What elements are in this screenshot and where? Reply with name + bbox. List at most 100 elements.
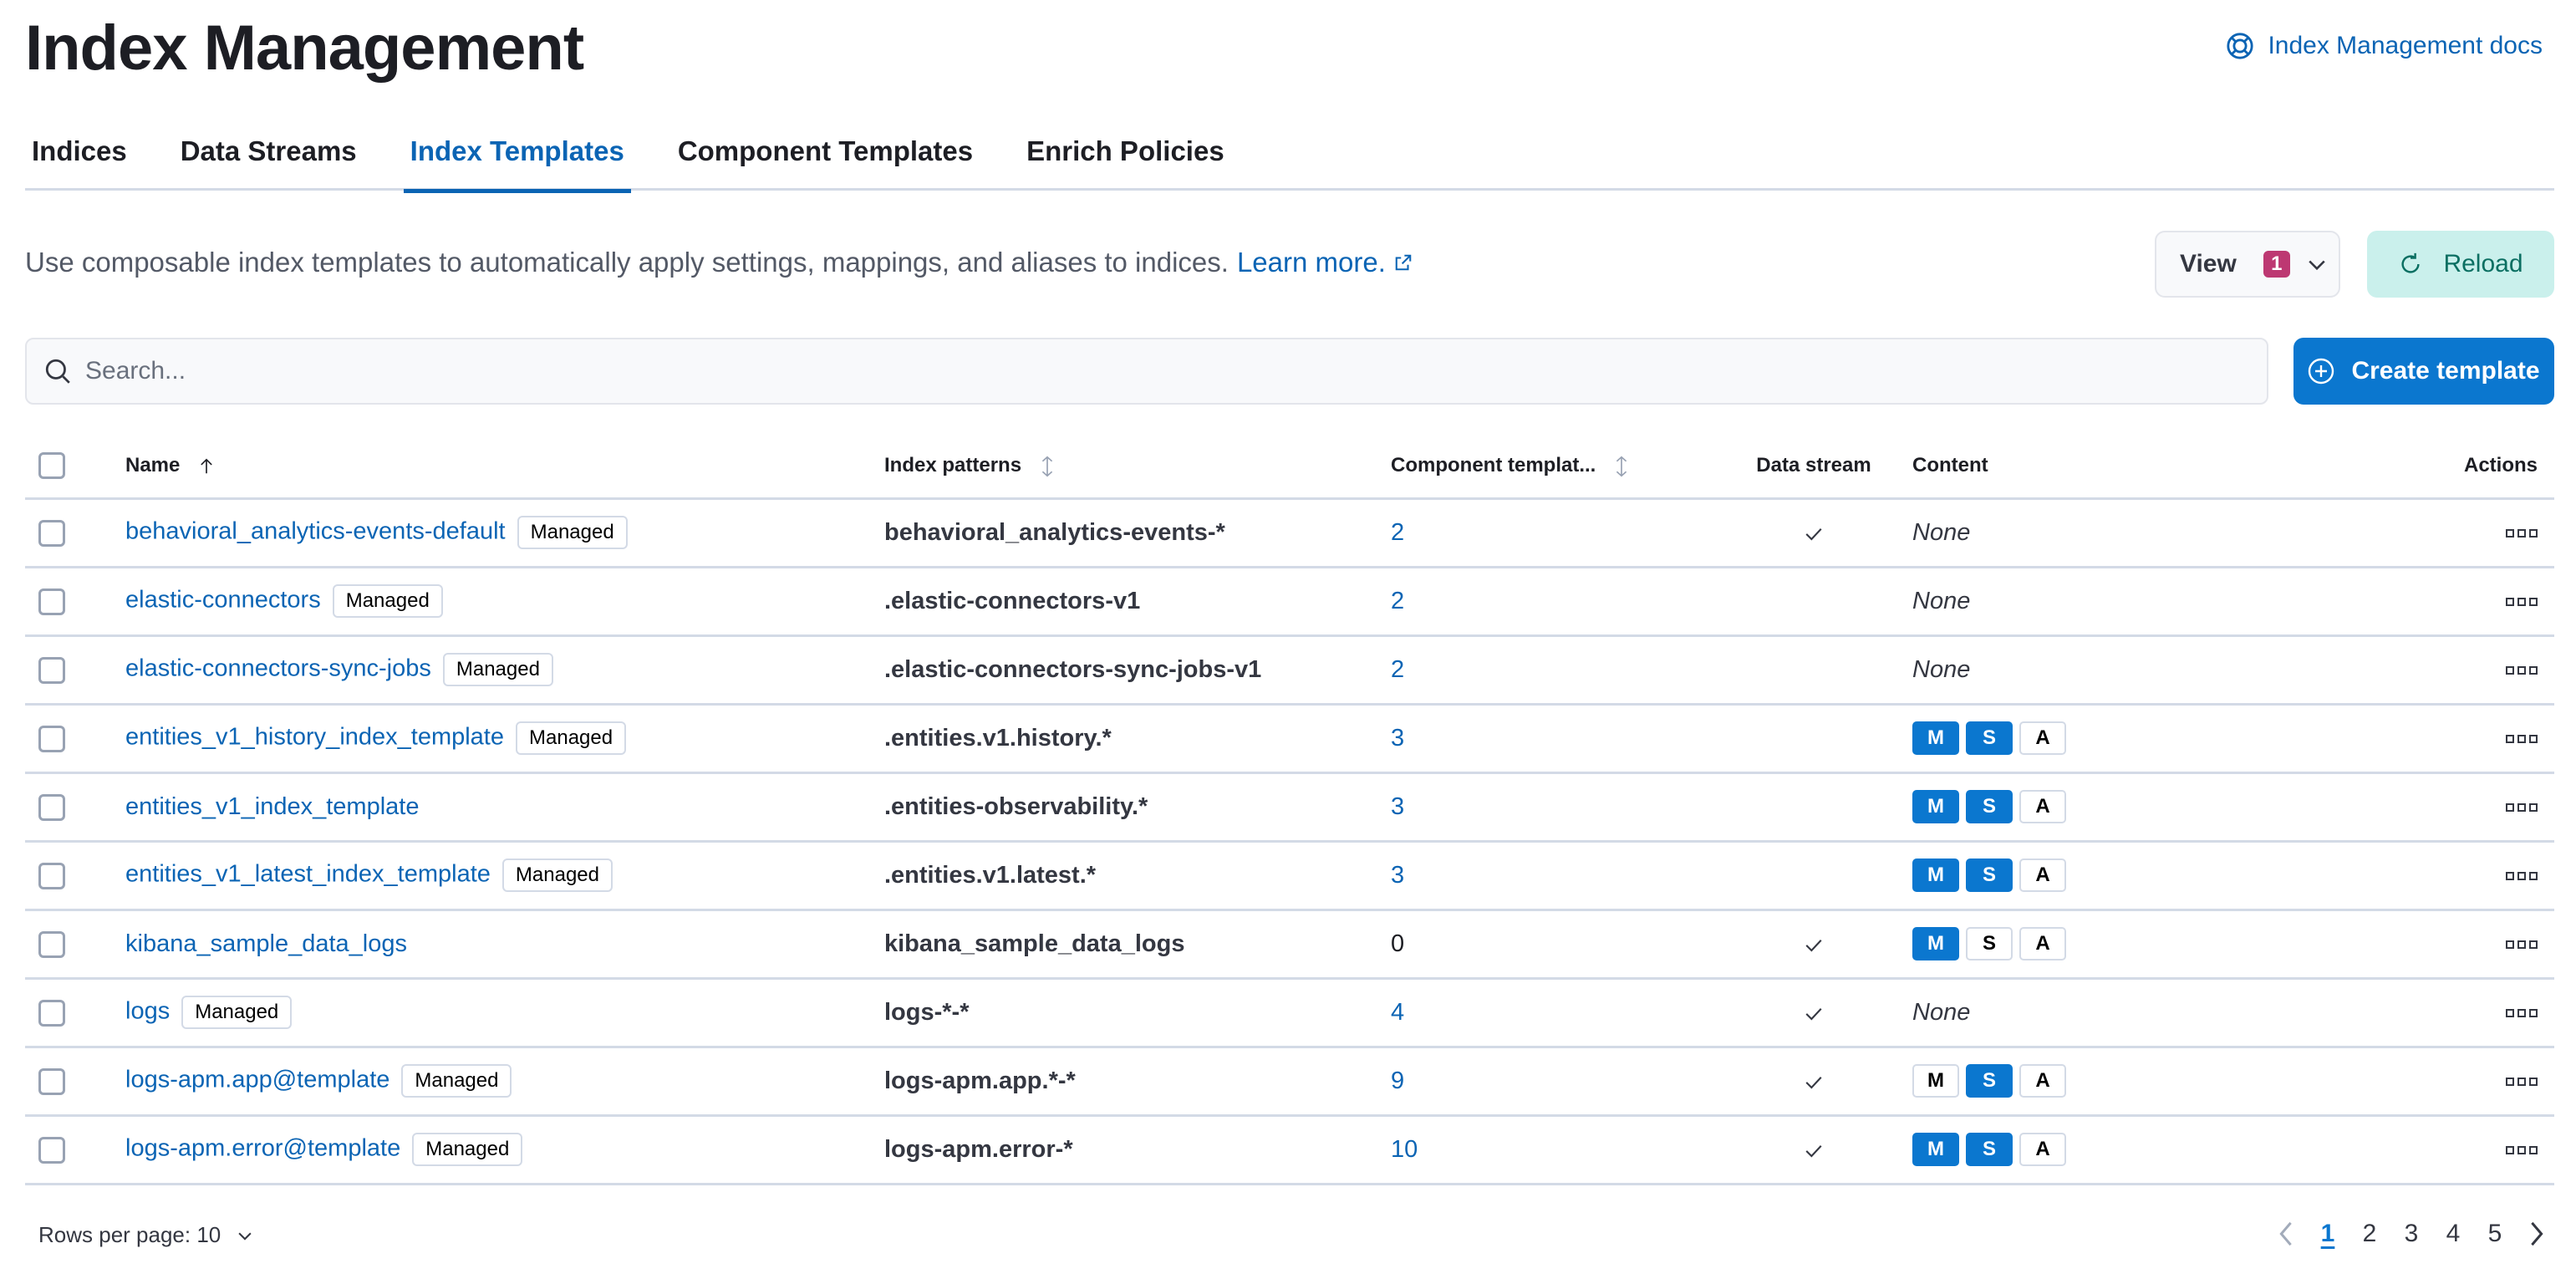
row-actions-button[interactable] [2506, 871, 2538, 880]
sort-icon [1041, 456, 1052, 476]
create-template-button[interactable]: Create template [2293, 338, 2554, 405]
table-row: kibana_sample_data_logs kibana_sample_dat… [25, 910, 2554, 980]
managed-badge: Managed [412, 1133, 523, 1166]
actions-cell [2414, 978, 2554, 1048]
row-actions-button[interactable] [2506, 940, 2538, 949]
component-templates-count-link[interactable]: 3 [1391, 793, 1404, 820]
row-checkbox[interactable] [38, 1067, 65, 1095]
component-templates-count-link[interactable]: 10 [1391, 1136, 1418, 1163]
content-settings-badge: S [1966, 1064, 2013, 1098]
next-page-button[interactable] [2516, 1217, 2558, 1251]
row-select-cell [25, 772, 125, 843]
index-pattern-cell: .elastic-connectors-v1 [884, 567, 1391, 637]
actions-cell [2414, 910, 2554, 980]
index-pattern: logs-*-* [884, 998, 970, 1026]
previous-page-button[interactable] [2265, 1217, 2307, 1251]
search-input[interactable] [85, 357, 2175, 385]
managed-badge: Managed [517, 516, 628, 549]
chevron-down-icon [238, 1232, 252, 1241]
content-aliases-badge: A [2019, 927, 2066, 960]
index-pattern: .entities.v1.history.* [884, 724, 1112, 752]
component-templates-count-link[interactable]: 3 [1391, 725, 1404, 752]
row-checkbox[interactable] [38, 1136, 65, 1164]
table-row: entities_v1_history_index_template Manage… [25, 704, 2554, 774]
row-checkbox[interactable] [38, 519, 65, 547]
row-checkbox[interactable] [38, 725, 65, 752]
row-actions-button[interactable] [2506, 734, 2538, 743]
column-header-content: Content [1912, 435, 2414, 500]
template-name-link[interactable]: elastic-connectors [125, 587, 321, 614]
template-name-link[interactable]: entities_v1_history_index_template [125, 724, 504, 751]
column-header-index-patterns[interactable]: Index patterns [884, 435, 1391, 500]
row-actions-button[interactable] [2506, 1077, 2538, 1086]
name-cell: entities_v1_history_index_template Manage… [125, 704, 884, 774]
tab-indices[interactable]: Indices [25, 125, 134, 191]
template-name-link[interactable]: logs-apm.error@template [125, 1135, 400, 1162]
row-select-cell [25, 910, 125, 980]
tab-data-streams[interactable]: Data Streams [174, 125, 364, 191]
template-name-link[interactable]: entities_v1_latest_index_template [125, 861, 491, 888]
column-header-name[interactable]: Name [125, 435, 884, 500]
content-cell: None [1912, 567, 2414, 637]
name-cell: elastic-connectors Managed [125, 567, 884, 637]
index-pattern-cell: logs-*-* [884, 978, 1391, 1048]
tab-enrich-policies[interactable]: Enrich Policies [1020, 125, 1231, 191]
docs-link[interactable]: Index Management docs [2226, 32, 2543, 60]
template-name-link[interactable]: elastic-connectors-sync-jobs [125, 655, 431, 682]
component-templates-cell: 9 [1391, 1047, 1715, 1117]
row-actions-button[interactable] [2506, 665, 2538, 675]
page-1-button[interactable]: 1 [2307, 1220, 2349, 1248]
component-templates-count-link[interactable]: 9 [1391, 1067, 1404, 1094]
content-none: None [1912, 655, 1971, 683]
column-index-patterns-label: Index patterns [884, 453, 1022, 476]
row-actions-button[interactable] [2506, 1008, 2538, 1017]
component-templates-count-link[interactable]: 2 [1391, 588, 1404, 614]
component-templates-count-link[interactable]: 4 [1391, 999, 1404, 1026]
actions-cell [2414, 704, 2554, 774]
template-name-link[interactable]: kibana_sample_data_logs [125, 930, 407, 957]
table-row: entities_v1_index_template .entities-obse… [25, 772, 2554, 843]
index-pattern: logs-apm.app.*-* [884, 1067, 1076, 1094]
search-icon [45, 359, 70, 384]
page-5-button[interactable]: 5 [2474, 1220, 2516, 1248]
row-actions-button[interactable] [2506, 1145, 2538, 1154]
row-checkbox[interactable] [38, 999, 65, 1027]
content-mappings-badge: M [1912, 927, 1959, 960]
actions-cell [2414, 635, 2554, 706]
view-filter-button[interactable]: View 1 [2155, 231, 2340, 298]
row-checkbox[interactable] [38, 656, 65, 684]
index-pattern: kibana_sample_data_logs [884, 930, 1185, 957]
tab-index-templates[interactable]: Index Templates [403, 125, 631, 193]
component-templates-count-link[interactable]: 2 [1391, 656, 1404, 683]
row-checkbox[interactable] [38, 588, 65, 615]
template-name-link[interactable]: entities_v1_index_template [125, 793, 419, 820]
template-name-link[interactable]: logs [125, 998, 170, 1025]
row-checkbox[interactable] [38, 930, 65, 958]
template-name-link[interactable]: logs-apm.app@template [125, 1067, 389, 1093]
row-select-cell [25, 567, 125, 637]
column-header-component-templates[interactable]: Component templat... [1391, 435, 1715, 500]
page-2-button[interactable]: 2 [2349, 1220, 2390, 1248]
template-name-link[interactable]: behavioral_analytics-events-default [125, 518, 506, 545]
page-4-button[interactable]: 4 [2432, 1220, 2474, 1248]
component-templates-count-link[interactable]: 3 [1391, 862, 1404, 889]
tab-component-templates[interactable]: Component Templates [671, 125, 980, 191]
row-actions-button[interactable] [2506, 597, 2538, 606]
actions-cell [2414, 567, 2554, 637]
search-field [25, 338, 2268, 405]
content-aliases-badge: A [2019, 859, 2066, 892]
row-checkbox[interactable] [38, 793, 65, 821]
component-templates-count-link[interactable]: 2 [1391, 519, 1404, 546]
tab-bar: Indices Data Streams Index Templates Com… [25, 125, 2554, 193]
table-row: behavioral_analytics-events-default Manag… [25, 498, 2554, 568]
row-actions-button[interactable] [2506, 528, 2538, 538]
rows-per-page-selector[interactable]: Rows per page: 10 [38, 1222, 254, 1248]
row-checkbox[interactable] [38, 862, 65, 889]
row-select-cell [25, 1115, 125, 1185]
learn-more-link[interactable]: Learn more. [1237, 247, 1386, 278]
reload-button[interactable]: Reload [2367, 231, 2554, 298]
row-actions-button[interactable] [2506, 802, 2538, 812]
page-3-button[interactable]: 3 [2390, 1220, 2432, 1248]
content-settings-badge: S [1966, 859, 2013, 892]
select-all-checkbox[interactable] [38, 452, 65, 480]
